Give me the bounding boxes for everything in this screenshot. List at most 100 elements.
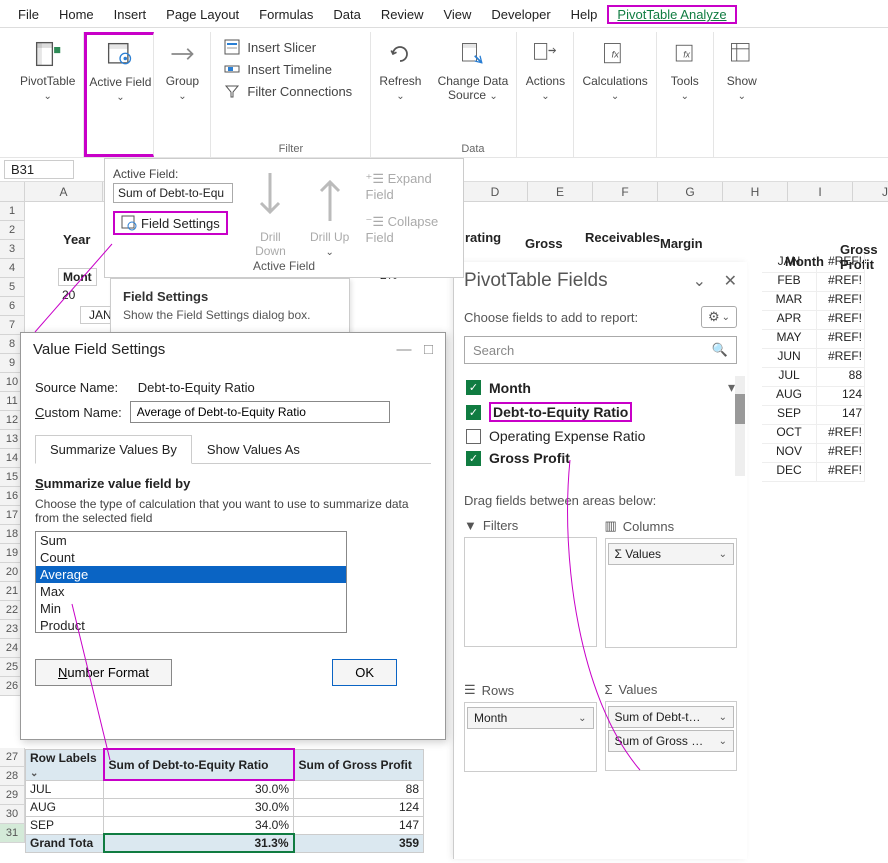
actions-icon — [525, 36, 565, 72]
summarize-option-min[interactable]: Min — [36, 600, 346, 617]
rows-dropzone[interactable]: Month⌄ — [464, 702, 597, 772]
drill-down: Drill Down — [247, 230, 294, 258]
gear-icon[interactable]: ⚙ ⌄ — [701, 306, 737, 328]
summarize-option-average[interactable]: Average — [36, 566, 346, 583]
checkbox-icon[interactable] — [466, 429, 481, 444]
field-settings-tooltip: Field Settings Show the Field Settings d… — [110, 278, 350, 333]
group-icon — [162, 36, 202, 72]
svg-text:fx: fx — [683, 50, 690, 60]
svg-text:fx: fx — [612, 50, 621, 61]
ribbon: PivotTable⌄ Active Field⌄ Group⌄ Insert … — [0, 28, 888, 158]
pvt-h2[interactable]: Sum of Debt-to-Equity Ratio — [104, 749, 294, 780]
scrollbar[interactable] — [735, 376, 745, 476]
active-field-group-label: Active Field — [105, 259, 463, 273]
ribbon-change-data-source[interactable]: Change Data Source ⌄ Data — [429, 32, 517, 157]
vfs-source-label: Source Name: — [35, 380, 118, 395]
ptf-drag-label: Drag fields between areas below: — [464, 493, 737, 508]
ribbon-calculations[interactable]: fx Calculations⌄ — [574, 32, 656, 157]
col-header-F[interactable]: F — [593, 182, 658, 202]
columns-dropzone[interactable]: Σ Values⌄ — [605, 538, 738, 648]
name-box[interactable]: B31 — [4, 160, 74, 179]
col-header-A[interactable]: A — [25, 182, 103, 202]
cell-20[interactable]: 20 — [62, 288, 75, 302]
ok-button[interactable]: OK — [332, 659, 397, 686]
drill-up: Drill Up ⌄ — [308, 230, 352, 258]
summarize-option-max[interactable]: Max — [36, 583, 346, 600]
filters-area-header: ▼Filters — [464, 518, 597, 533]
checkbox-icon[interactable]: ✓ — [466, 380, 481, 395]
ribbon-group[interactable]: Group⌄ — [154, 32, 211, 157]
menu-file[interactable]: File — [8, 5, 49, 24]
pvt-h3[interactable]: Sum of Gross Profit — [294, 749, 424, 780]
col-header-J[interactable]: J — [853, 182, 888, 202]
col-header-I[interactable]: I — [788, 182, 853, 202]
funnel-icon[interactable]: ▾ — [728, 379, 735, 396]
calculations-icon: fx — [595, 36, 635, 72]
menu-review[interactable]: Review — [371, 5, 434, 24]
ptf-search-input[interactable]: Search 🔍 — [464, 336, 737, 364]
active-field-value[interactable]: Sum of Debt-to-Equ — [113, 183, 233, 203]
field-settings-button[interactable]: Field Settings — [113, 211, 228, 235]
active-field-label: Active Field: — [113, 167, 233, 181]
summarize-option-sum[interactable]: Sum — [36, 532, 346, 549]
ribbon-active-field[interactable]: Active Field⌄ — [84, 32, 154, 157]
active-field-icon — [100, 37, 140, 73]
summarize-listbox[interactable]: SumCountAverageMaxMinProduct — [35, 531, 347, 633]
values-pill-debt[interactable]: Sum of Debt-t…⌄ — [608, 706, 735, 728]
menu-page-layout[interactable]: Page Layout — [156, 5, 249, 24]
value-field-settings-dialog: Value Field Settings — □ Source Name: De… — [20, 332, 446, 740]
tools-icon: fx — [665, 36, 705, 72]
data-group-label: Data — [429, 143, 516, 155]
col-header-E[interactable]: E — [528, 182, 593, 202]
checkbox-icon[interactable]: ✓ — [466, 405, 481, 420]
col-header-H[interactable]: H — [723, 182, 788, 202]
chevron-down-icon[interactable]: ⌄ — [693, 273, 706, 290]
menu-pivottable-analyze[interactable]: PivotTable Analyze — [607, 5, 736, 24]
rows-pill-month[interactable]: Month⌄ — [467, 707, 594, 729]
menu-view[interactable]: View — [433, 5, 481, 24]
insert-timeline[interactable]: Insert Timeline — [219, 58, 336, 80]
menu-data[interactable]: Data — [323, 5, 370, 24]
values-pill-gross[interactable]: Sum of Gross …⌄ — [608, 730, 735, 752]
col-header-D[interactable]: D — [463, 182, 528, 202]
columns-pill-values[interactable]: Σ Values⌄ — [608, 543, 735, 565]
summarize-option-product[interactable]: Product — [36, 617, 346, 633]
field-gross-profit[interactable]: ✓Gross Profit — [464, 447, 737, 469]
tab-show-values-as[interactable]: Show Values As — [192, 435, 315, 463]
ribbon-tools[interactable]: fx Tools⌄ — [657, 32, 714, 157]
values-area-header: ΣValues — [605, 682, 738, 697]
tab-summarize-values[interactable]: Summarize Values By — [35, 435, 192, 464]
vfs-section-desc: Choose the type of calculation that you … — [35, 497, 431, 525]
menu-home[interactable]: Home — [49, 5, 104, 24]
values-dropzone[interactable]: Sum of Debt-t…⌄ Sum of Gross …⌄ — [605, 701, 738, 771]
insert-slicer[interactable]: Insert Slicer — [219, 36, 320, 58]
field-operating-expense-ratio[interactable]: Operating Expense Ratio — [464, 425, 737, 447]
ribbon-show[interactable]: Show⌄ — [714, 32, 770, 157]
number-format-button[interactable]: Number Format — [35, 659, 172, 686]
ribbon-pivottable[interactable]: PivotTable⌄ — [12, 32, 84, 157]
selected-cell[interactable]: 31.3% — [104, 834, 294, 852]
col-header-G[interactable]: G — [658, 182, 723, 202]
filter-connections[interactable]: Filter Connections — [219, 80, 356, 102]
field-debt-to-equity-ratio[interactable]: ✓Debt-to-Equity Ratio — [464, 399, 737, 425]
menu-formulas[interactable]: Formulas — [249, 5, 323, 24]
pivot-table[interactable]: Row Labels ⌄ Sum of Debt-to-Equity Ratio… — [25, 748, 424, 853]
close-icon[interactable]: ✕ — [724, 273, 737, 290]
checkbox-icon[interactable]: ✓ — [466, 451, 481, 466]
rows-area-header: ☰Rows — [464, 682, 597, 698]
summarize-option-count[interactable]: Count — [36, 549, 346, 566]
columns-area-header: ▥Columns — [605, 518, 738, 534]
field-month[interactable]: ✓Month▾ — [464, 376, 737, 399]
ribbon-actions[interactable]: Actions⌄ — [517, 32, 574, 157]
cell-mont[interactable]: Mont — [58, 268, 97, 286]
menu-insert[interactable]: Insert — [104, 5, 157, 24]
menu-help[interactable]: Help — [561, 5, 608, 24]
pvt-h1[interactable]: Row Labels ⌄ — [26, 749, 104, 780]
active-field-panel: Active Field: Sum of Debt-to-Equ Field S… — [104, 158, 464, 278]
ptf-choose-label: Choose fields to add to report: — [464, 310, 638, 325]
ribbon-refresh[interactable]: Refresh⌄ — [371, 32, 429, 157]
vfs-custom-name-input[interactable] — [130, 401, 390, 423]
menu-developer[interactable]: Developer — [481, 5, 560, 24]
columns-icon: ▥ — [605, 518, 617, 534]
filters-dropzone[interactable] — [464, 537, 597, 647]
